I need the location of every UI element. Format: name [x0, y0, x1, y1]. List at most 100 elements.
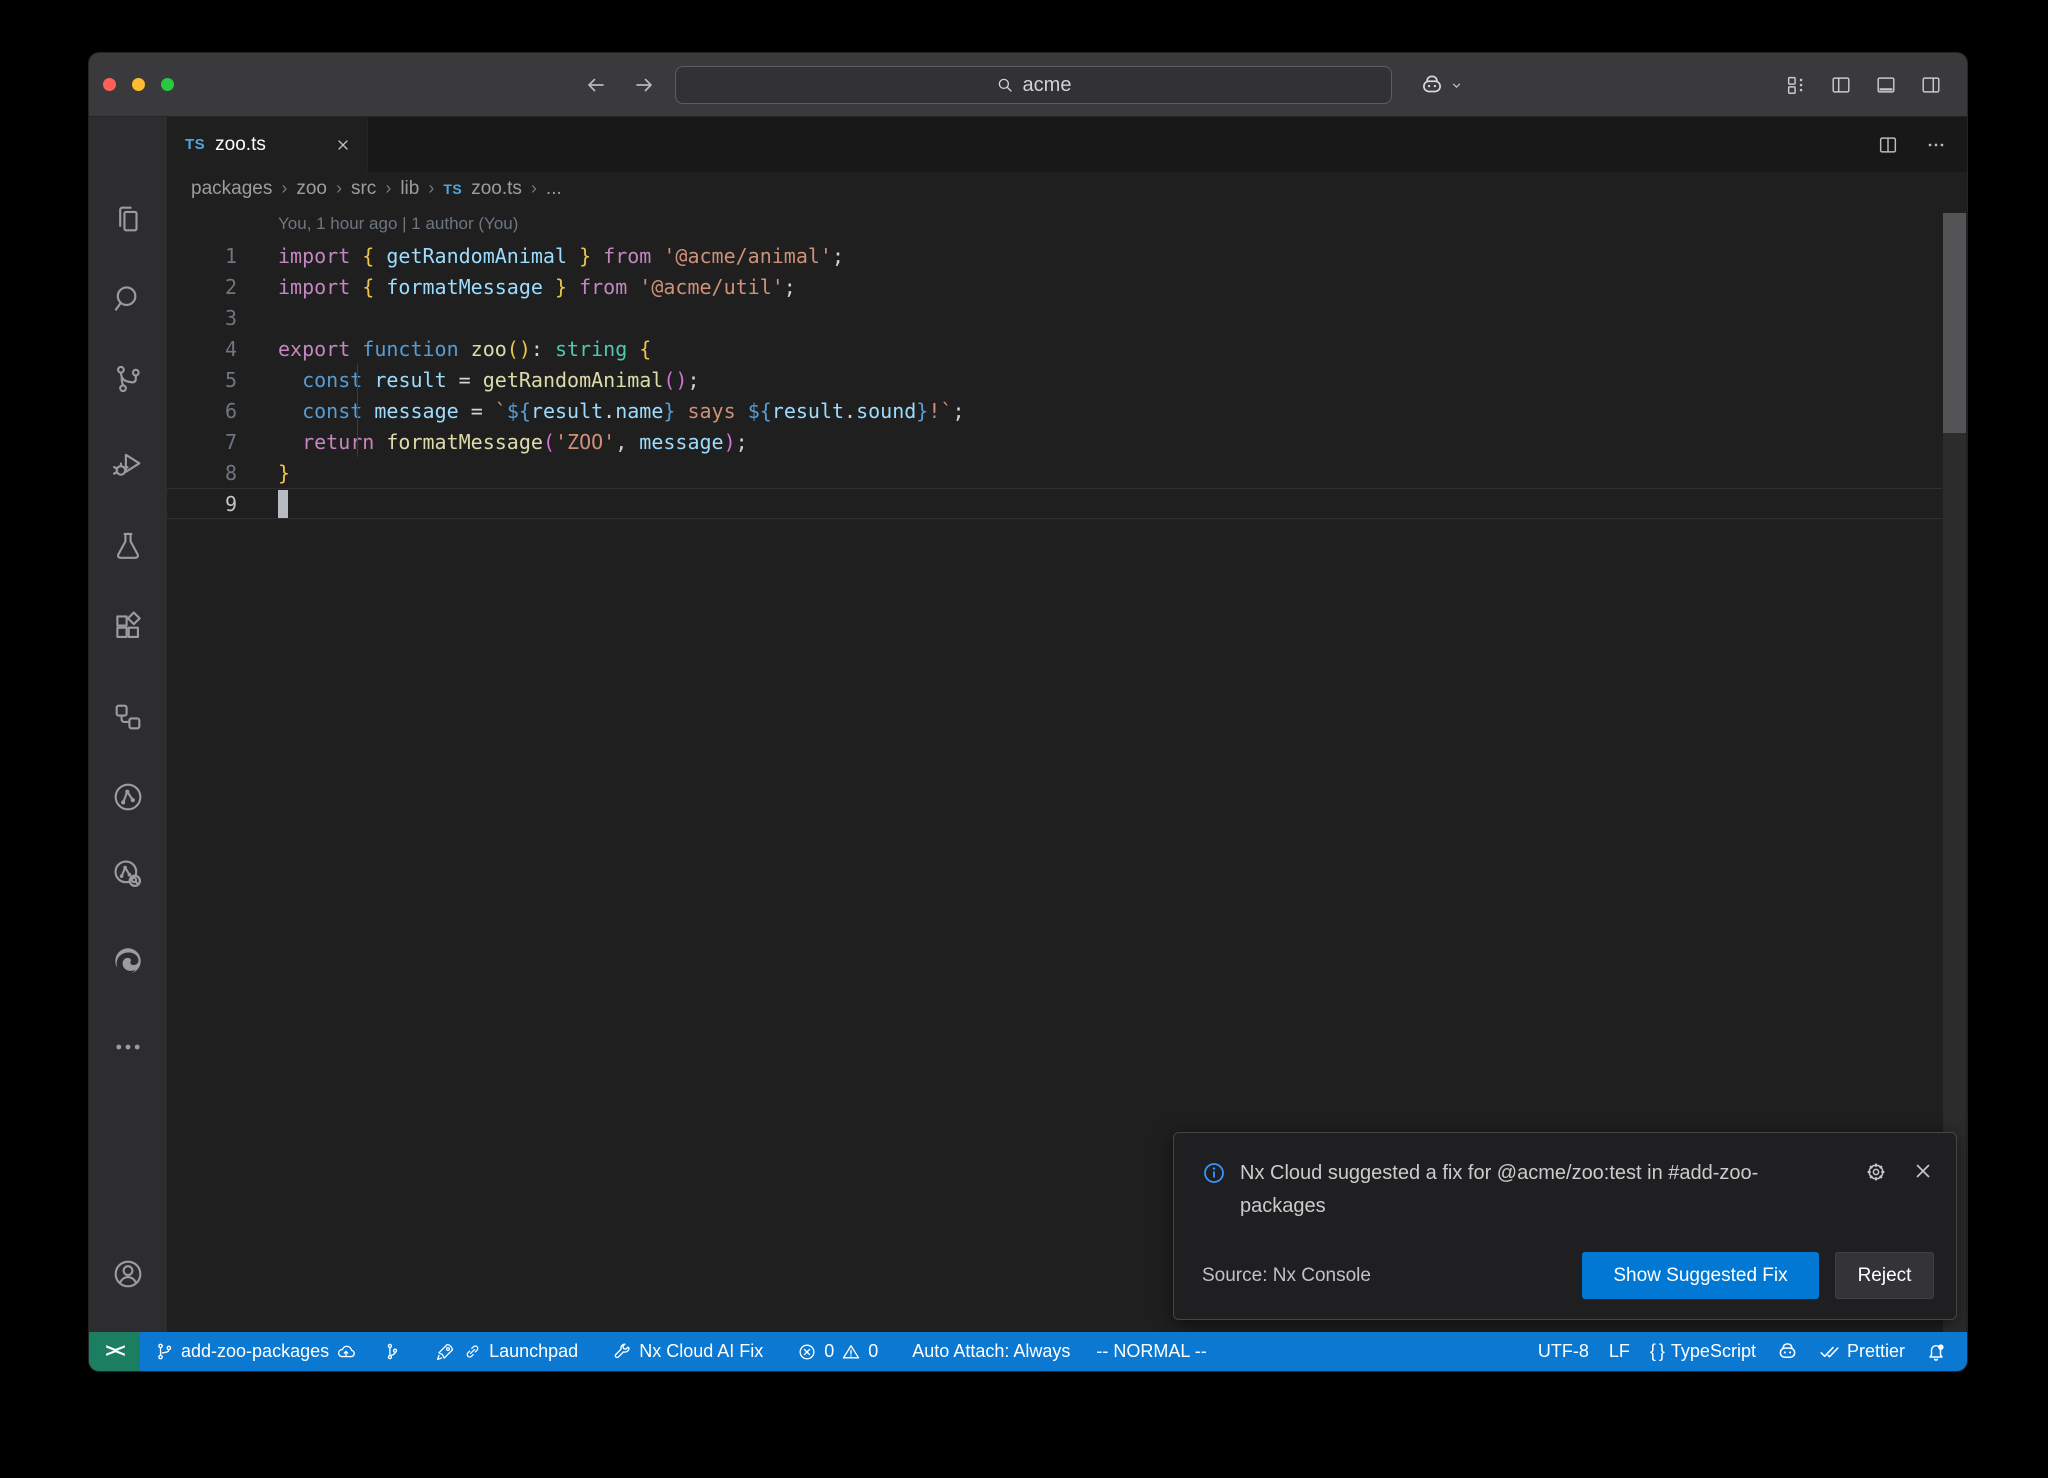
- problems-item[interactable]: 0 0: [787, 1332, 888, 1371]
- copilot-icon: [1419, 72, 1445, 98]
- tab-zoo-ts[interactable]: TS zoo.ts: [167, 117, 368, 172]
- customize-layout-icon[interactable]: [1785, 74, 1807, 96]
- copilot-icon: [1776, 1340, 1799, 1363]
- encoding-item[interactable]: UTF-8: [1528, 1332, 1599, 1371]
- code-line[interactable]: 2import { formatMessage } from '@acme/ut…: [167, 271, 1937, 302]
- search-icon: [996, 76, 1014, 94]
- code-line[interactable]: 8}: [167, 457, 1937, 488]
- link-icon: [463, 1342, 482, 1361]
- formatter-item[interactable]: Prettier: [1809, 1332, 1915, 1371]
- nx-console-icon[interactable]: [111, 780, 145, 814]
- breadcrumb-item[interactable]: packages: [191, 178, 272, 200]
- code-line[interactable]: 7 return formatMessage('ZOO', message);: [167, 426, 1937, 457]
- text-cursor: [278, 490, 288, 518]
- nx-cloud-icon[interactable]: [111, 857, 145, 891]
- toggle-panel-icon[interactable]: [1875, 74, 1897, 96]
- bell-icon: [1925, 1341, 1947, 1363]
- testing-icon[interactable]: [111, 529, 145, 563]
- notification-source: Source: Nx Console: [1202, 1265, 1371, 1287]
- code-line[interactable]: 6 const message = `${result.name} says $…: [167, 395, 1937, 426]
- show-suggested-fix-button[interactable]: Show Suggested Fix: [1582, 1252, 1819, 1299]
- pipeline-nodes-icon: [382, 1342, 401, 1361]
- code-text: import { getRandomAnimal } from '@acme/a…: [237, 244, 844, 268]
- search-value: acme: [1023, 74, 1072, 97]
- notification-close-icon[interactable]: [1912, 1160, 1934, 1184]
- code-text: }: [237, 461, 290, 485]
- line-number: 7: [167, 430, 237, 454]
- edge-browser-icon[interactable]: [111, 944, 145, 978]
- toggle-secondary-sidebar-icon[interactable]: [1920, 74, 1942, 96]
- source-control-icon[interactable]: [111, 362, 145, 396]
- nx-cloud-ai-fix-label: Nx Cloud AI Fix: [639, 1341, 763, 1362]
- tab-close-icon[interactable]: [335, 137, 351, 153]
- vim-mode-item[interactable]: -- NORMAL --: [1086, 1332, 1216, 1371]
- code-text: const result = getRandomAnimal();: [237, 368, 700, 392]
- accounts-icon[interactable]: [111, 1257, 145, 1291]
- breadcrumb-symbol-ellipsis[interactable]: ...: [546, 178, 562, 200]
- line-number: 6: [167, 399, 237, 423]
- activity-bar: [89, 117, 167, 1332]
- language-label: TypeScript: [1671, 1341, 1756, 1362]
- encoding-label: UTF-8: [1538, 1341, 1589, 1362]
- notifications-bell-item[interactable]: [1915, 1332, 1957, 1371]
- run-and-debug-icon[interactable]: [111, 447, 145, 481]
- eol-item[interactable]: LF: [1599, 1332, 1640, 1371]
- language-mode-item[interactable]: { } TypeScript: [1640, 1332, 1766, 1371]
- tab-strip: TS zoo.ts: [167, 117, 1967, 172]
- copilot-status-item[interactable]: [1766, 1332, 1809, 1371]
- code-line[interactable]: 9: [167, 488, 1937, 519]
- breadcrumb-separator: ›: [281, 178, 287, 199]
- explorer-icon[interactable]: [111, 202, 145, 236]
- more-actions-icon[interactable]: [1925, 134, 1947, 156]
- extensions-icon[interactable]: [111, 610, 145, 644]
- go-back-icon[interactable]: [584, 73, 608, 97]
- line-number: 3: [167, 306, 237, 330]
- tab-label: zoo.ts: [215, 134, 266, 156]
- auto-attach-item[interactable]: Auto Attach: Always: [902, 1332, 1080, 1371]
- nx-cloud-ai-fix-item[interactable]: Nx Cloud AI Fix: [602, 1332, 773, 1371]
- cloud-upload-icon: [336, 1342, 356, 1362]
- warnings-icon: [841, 1342, 861, 1362]
- auto-attach-label: Auto Attach: Always: [912, 1341, 1070, 1362]
- double-check-icon: [1819, 1341, 1840, 1362]
- split-editor-icon[interactable]: [1877, 134, 1899, 156]
- formatter-label: Prettier: [1847, 1341, 1905, 1362]
- line-number: 9: [167, 492, 237, 516]
- code-line[interactable]: 4export function zoo(): string {: [167, 333, 1937, 364]
- breadcrumb-item[interactable]: src: [351, 178, 376, 200]
- command-center-search[interactable]: acme: [675, 66, 1392, 104]
- minimize-window-button[interactable]: [132, 78, 145, 91]
- reject-button[interactable]: Reject: [1835, 1252, 1934, 1299]
- scrollbar-slider[interactable]: [1943, 213, 1966, 433]
- toggle-primary-sidebar-icon[interactable]: [1830, 74, 1852, 96]
- nx-pipeline-item[interactable]: [372, 1332, 411, 1371]
- code-line[interactable]: 5 const result = getRandomAnimal();: [167, 364, 1937, 395]
- breadcrumb-item[interactable]: zoo: [296, 178, 327, 200]
- search-view-icon[interactable]: [111, 282, 145, 316]
- breadcrumb-item[interactable]: lib: [400, 178, 419, 200]
- project-view-icon[interactable]: [111, 700, 145, 734]
- launchpad-item[interactable]: Launchpad: [425, 1332, 588, 1371]
- code-text: export function zoo(): string {: [237, 337, 651, 361]
- git-blame-annotation: You, 1 hour ago | 1 author (You): [278, 214, 518, 234]
- vim-mode-label: -- NORMAL --: [1096, 1341, 1206, 1362]
- remote-indicator[interactable]: ><: [89, 1332, 140, 1371]
- copilot-menu[interactable]: [1419, 53, 1463, 117]
- braces-icon: { }: [1650, 1341, 1664, 1362]
- git-branch-item[interactable]: add-zoo-packages: [145, 1332, 366, 1371]
- line-number: 8: [167, 461, 237, 485]
- info-icon: [1202, 1157, 1226, 1185]
- zoom-window-button[interactable]: [161, 78, 174, 91]
- code-text: return formatMessage('ZOO', message);: [237, 430, 748, 454]
- launchpad-label: Launchpad: [489, 1341, 578, 1362]
- breadcrumb-file[interactable]: zoo.ts: [471, 178, 522, 200]
- notification-settings-gear-icon[interactable]: [1864, 1160, 1888, 1184]
- go-forward-icon[interactable]: [632, 73, 656, 97]
- code-line[interactable]: 1import { getRandomAnimal } from '@acme/…: [167, 240, 1937, 271]
- close-window-button[interactable]: [103, 78, 116, 91]
- title-bar: acme: [89, 53, 1967, 117]
- errors-count: 0: [824, 1341, 834, 1362]
- traffic-lights: [103, 78, 174, 91]
- more-views-icon[interactable]: [111, 1030, 145, 1064]
- code-line[interactable]: 3: [167, 302, 1937, 333]
